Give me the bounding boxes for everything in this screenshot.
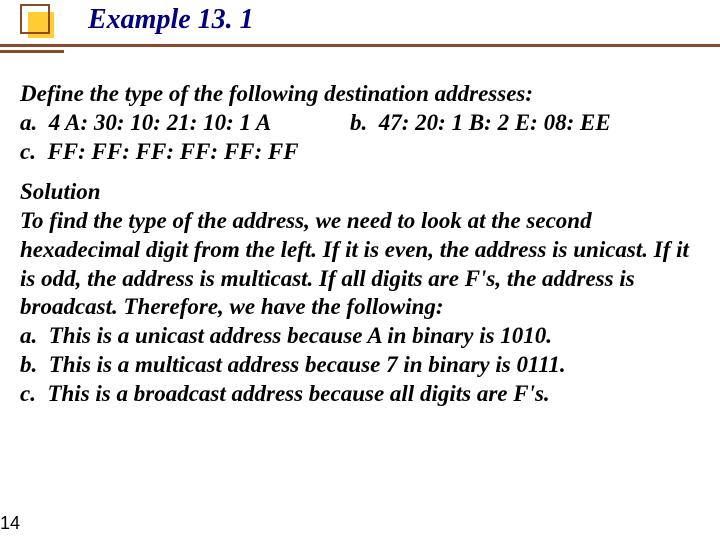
item-b-label: b. <box>350 110 367 135</box>
solution-a-text: This is a unicast address because A in b… <box>49 323 552 348</box>
solution-heading: Solution <box>20 178 700 207</box>
slide-content: Define the type of the following destina… <box>0 58 720 408</box>
solution-item-b: b. This is a multicast address because 7… <box>20 351 700 380</box>
decor-rule-top <box>0 44 720 47</box>
solution-b-label: b. <box>20 352 37 377</box>
question-item-b: b. 47: 20: 1 B: 2 E: 08: EE <box>350 109 611 138</box>
item-a-value: 4 A: 30: 10: 21: 10: 1 A <box>49 110 272 135</box>
solution-item-a: a. This is a unicast address because A i… <box>20 322 700 351</box>
slide-header: Example 13. 1 <box>0 0 720 58</box>
solution-a-label: a. <box>20 323 37 348</box>
item-a-label: a. <box>20 110 37 135</box>
question-item-a: a. 4 A: 30: 10: 21: 10: 1 A <box>20 109 350 138</box>
page-number: 14 <box>0 513 20 534</box>
solution-c-label: c. <box>20 381 36 406</box>
solution-item-c: c. This is a broadcast address because a… <box>20 380 700 409</box>
item-c-value: FF: FF: FF: FF: FF: FF <box>47 139 298 164</box>
question-item-c: c. FF: FF: FF: FF: FF: FF <box>20 138 700 167</box>
decor-square-outline <box>20 4 50 34</box>
solution-b-text: This is a multicast address because 7 in… <box>49 352 566 377</box>
question-prompt: Define the type of the following destina… <box>20 80 700 109</box>
solution-c-text: This is a broadcast address because all … <box>47 381 549 406</box>
solution-body: To find the type of the address, we need… <box>20 207 700 322</box>
solution-block: Solution To find the type of the address… <box>20 178 700 408</box>
slide-title: Example 13. 1 <box>88 4 254 36</box>
question-row-ab: a. 4 A: 30: 10: 21: 10: 1 A b. 47: 20: 1… <box>20 109 700 138</box>
decor-rule-bottom <box>0 50 64 53</box>
item-c-label: c. <box>20 139 36 164</box>
item-b-value: 47: 20: 1 B: 2 E: 08: EE <box>379 110 611 135</box>
